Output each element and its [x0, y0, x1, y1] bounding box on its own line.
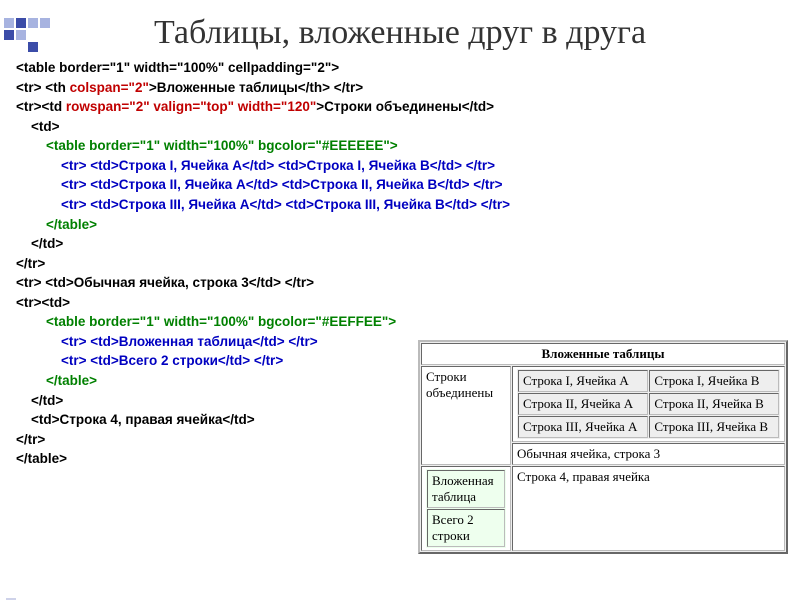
code-line: </td>	[16, 393, 63, 408]
cell: Вложенная таблица	[427, 470, 505, 508]
code-line: <tr><td>	[16, 295, 70, 310]
cell: Строка I, Ячейка A	[518, 370, 648, 392]
nested-cell: Строка I, Ячейка AСтрока I, Ячейка B Стр…	[512, 366, 785, 442]
code-line: <table border="1" width="100%" bgcolor="…	[16, 138, 398, 153]
code-line: </tr>	[16, 256, 45, 271]
code-line: <tr> <td>Вложенная таблица</td> </tr>	[16, 334, 318, 349]
cell: Строка I, Ячейка B	[649, 370, 779, 392]
code-line: </tr>	[16, 432, 45, 447]
code-line: <td>	[16, 119, 60, 134]
code-line: <tr> <th	[16, 80, 70, 95]
code-line: <td>Строка 4, правая ячейка</td>	[16, 412, 255, 427]
merged-cell: Строки объединены	[421, 366, 511, 465]
code-line: <table border="1" width="100%" cellpaddi…	[16, 60, 339, 75]
code-line: <tr> <td>Строка II, Ячейка A</td> <td>Ст…	[16, 177, 503, 192]
cell: Обычная ячейка, строка 3	[512, 443, 785, 465]
code-line: </table>	[16, 373, 97, 388]
cell: Строка II, Ячейка B	[649, 393, 779, 415]
code-line: <tr> <td>Строка III, Ячейка A</td> <td>С…	[16, 197, 510, 212]
inner-table-1: Строка I, Ячейка AСтрока I, Ячейка B Стр…	[517, 369, 780, 439]
slide-title: Таблицы, вложенные друг в друга	[0, 14, 800, 52]
code-line: </td>	[16, 236, 63, 251]
cell: Строка II, Ячейка A	[518, 393, 648, 415]
code-line: <tr> <td>Строка I, Ячейка A</td> <td>Стр…	[16, 158, 495, 173]
cell: Всего 2 строки	[427, 509, 505, 547]
cell: Строка III, Ячейка B	[649, 416, 779, 438]
rendered-preview: Вложенные таблицы Строки объединены Стро…	[418, 340, 788, 554]
nested-cell: Вложенная таблица Всего 2 строки	[421, 466, 511, 551]
code-line: >Вложенные таблицы</th> </tr>	[149, 80, 363, 95]
table-header: Вложенные таблицы	[421, 343, 785, 365]
code-line: <tr> <td>Обычная ячейка, строка 3</td> <…	[16, 275, 314, 290]
cell: Строка III, Ячейка A	[518, 416, 648, 438]
code-line: <tr> <td>Всего 2 строки</td> </tr>	[16, 353, 283, 368]
code-attr: rowspan="2" valign="top" width="120"	[66, 99, 316, 114]
code-line: >Строки объединены</td>	[316, 99, 494, 114]
code-line: </table>	[16, 217, 97, 232]
code-attr: colspan="2"	[70, 80, 149, 95]
code-line: <tr><td	[16, 99, 66, 114]
code-line: <table border="1" width="100%" bgcolor="…	[16, 314, 396, 329]
cell: Строка 4, правая ячейка	[512, 466, 785, 551]
inner-table-2: Вложенная таблица Всего 2 строки	[426, 469, 506, 548]
outer-table: Вложенные таблицы Строки объединены Стро…	[418, 340, 788, 554]
code-line: </table>	[16, 451, 67, 466]
